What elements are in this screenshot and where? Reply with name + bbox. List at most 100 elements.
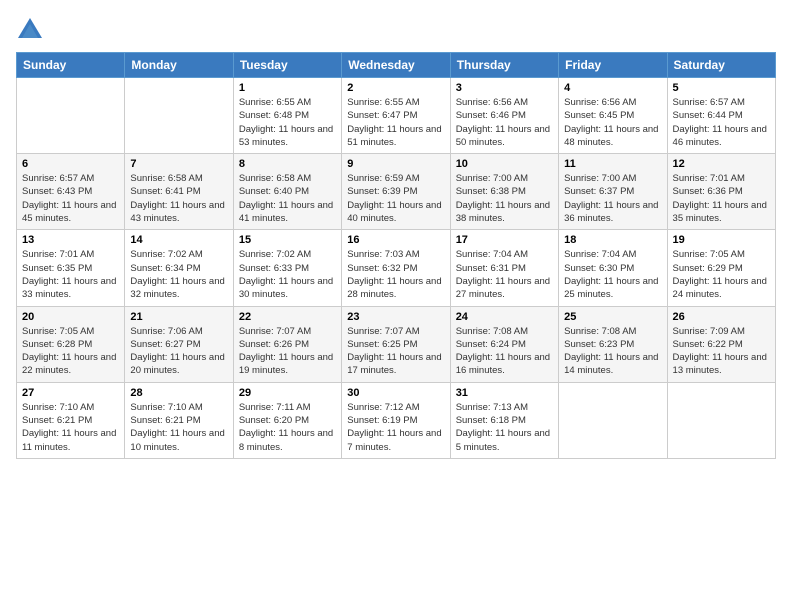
calendar-week-row: 1Sunrise: 6:55 AMSunset: 6:48 PMDaylight… <box>17 78 776 154</box>
calendar-cell: 10Sunrise: 7:00 AMSunset: 6:38 PMDayligh… <box>450 154 558 230</box>
day-number: 23 <box>347 311 444 323</box>
day-info: Sunrise: 7:12 AMSunset: 6:19 PMDaylight:… <box>347 401 444 454</box>
calendar-cell: 16 Sunrise: 7:03 AMSunset: 6:32 PMDayligh… <box>342 230 450 306</box>
calendar-table: SundayMondayTuesdayWednesdayThursdayFrid… <box>16 52 776 459</box>
logo-icon <box>16 16 44 44</box>
day-info: Sunrise: 7:11 AMSunset: 6:20 PMDaylight:… <box>239 401 336 454</box>
calendar-cell: 22 Sunrise: 7:07 AMSunset: 6:26 PMDayligh… <box>233 306 341 382</box>
calendar-cell: 23Sunrise: 7:07 AMSunset: 6:25 PMDayligh… <box>342 306 450 382</box>
day-info: Sunrise: 7:02 AMSunset: 6:34 PMDaylight:… <box>130 248 227 301</box>
day-info: Sunrise: 7:13 AMSunset: 6:18 PMDaylight:… <box>456 401 553 454</box>
calendar-cell: 15 Sunrise: 7:02 AMSunset: 6:33 PMDayligh… <box>233 230 341 306</box>
day-number: 26 <box>673 311 770 323</box>
day-of-week-header: Tuesday <box>233 53 341 78</box>
day-number: 6 <box>22 158 119 170</box>
day-number: 17 <box>456 234 553 246</box>
calendar-week-row: 6Sunrise: 6:57 AMSunset: 6:43 PMDaylight… <box>17 154 776 230</box>
calendar-cell: 13 Sunrise: 7:01 AMSunset: 6:35 PMDayligh… <box>17 230 125 306</box>
calendar-cell: 30 Sunrise: 7:12 AMSunset: 6:19 PMDayligh… <box>342 382 450 458</box>
day-number: 21 <box>130 311 227 323</box>
calendar-cell: 8Sunrise: 6:58 AMSunset: 6:40 PMDaylight… <box>233 154 341 230</box>
day-number: 9 <box>347 158 444 170</box>
day-number: 18 <box>564 234 661 246</box>
day-number: 20 <box>22 311 119 323</box>
calendar-cell: 19Sunrise: 7:05 AMSunset: 6:29 PMDayligh… <box>667 230 775 306</box>
day-of-week-header: Sunday <box>17 53 125 78</box>
day-info: Sunrise: 7:08 AMSunset: 6:24 PMDaylight:… <box>456 325 553 378</box>
day-of-week-header: Monday <box>125 53 233 78</box>
day-number: 27 <box>22 387 119 399</box>
day-number: 14 <box>130 234 227 246</box>
calendar-cell: 18 Sunrise: 7:04 AMSunset: 6:30 PMDayligh… <box>559 230 667 306</box>
day-number: 3 <box>456 82 553 94</box>
calendar-cell: 14 Sunrise: 7:02 AMSunset: 6:34 PMDayligh… <box>125 230 233 306</box>
day-info: Sunrise: 7:09 AMSunset: 6:22 PMDaylight:… <box>673 325 770 378</box>
calendar-week-row: 27 Sunrise: 7:10 AMSunset: 6:21 PMDayligh… <box>17 382 776 458</box>
day-info: Sunrise: 6:56 AMSunset: 6:46 PMDaylight:… <box>456 96 553 149</box>
day-info: Sunrise: 7:10 AMSunset: 6:21 PMDaylight:… <box>22 401 119 454</box>
day-number: 15 <box>239 234 336 246</box>
day-number: 31 <box>456 387 553 399</box>
calendar-cell <box>17 78 125 154</box>
calendar-cell: 31 Sunrise: 7:13 AMSunset: 6:18 PMDayligh… <box>450 382 558 458</box>
day-number: 13 <box>22 234 119 246</box>
calendar-cell: 21 Sunrise: 7:06 AMSunset: 6:27 PMDayligh… <box>125 306 233 382</box>
day-info: Sunrise: 7:01 AMSunset: 6:35 PMDaylight:… <box>22 248 119 301</box>
calendar-cell <box>559 382 667 458</box>
day-number: 29 <box>239 387 336 399</box>
page-header <box>16 16 776 44</box>
day-info: Sunrise: 6:55 AMSunset: 6:48 PMDaylight:… <box>239 96 336 149</box>
day-number: 8 <box>239 158 336 170</box>
day-info: Sunrise: 6:55 AMSunset: 6:47 PMDaylight:… <box>347 96 444 149</box>
day-number: 10 <box>456 158 553 170</box>
day-info: Sunrise: 6:57 AMSunset: 6:44 PMDaylight:… <box>673 96 770 149</box>
day-number: 2 <box>347 82 444 94</box>
day-of-week-header: Wednesday <box>342 53 450 78</box>
calendar-cell: 12 Sunrise: 7:01 AMSunset: 6:36 PMDayligh… <box>667 154 775 230</box>
day-info: Sunrise: 7:06 AMSunset: 6:27 PMDaylight:… <box>130 325 227 378</box>
day-number: 30 <box>347 387 444 399</box>
calendar-cell <box>125 78 233 154</box>
calendar-cell: 1Sunrise: 6:55 AMSunset: 6:48 PMDaylight… <box>233 78 341 154</box>
day-info: Sunrise: 7:01 AMSunset: 6:36 PMDaylight:… <box>673 172 770 225</box>
calendar-cell: 11Sunrise: 7:00 AMSunset: 6:37 PMDayligh… <box>559 154 667 230</box>
calendar-cell: 2 Sunrise: 6:55 AMSunset: 6:47 PMDaylight… <box>342 78 450 154</box>
calendar-header-row: SundayMondayTuesdayWednesdayThursdayFrid… <box>17 53 776 78</box>
day-number: 25 <box>564 311 661 323</box>
day-of-week-header: Saturday <box>667 53 775 78</box>
day-info: Sunrise: 7:04 AMSunset: 6:30 PMDaylight:… <box>564 248 661 301</box>
calendar-cell <box>667 382 775 458</box>
day-of-week-header: Friday <box>559 53 667 78</box>
calendar-cell: 28 Sunrise: 7:10 AMSunset: 6:21 PMDayligh… <box>125 382 233 458</box>
calendar-week-row: 13 Sunrise: 7:01 AMSunset: 6:35 PMDayligh… <box>17 230 776 306</box>
day-info: Sunrise: 7:07 AMSunset: 6:26 PMDaylight:… <box>239 325 336 378</box>
day-info: Sunrise: 6:56 AMSunset: 6:45 PMDaylight:… <box>564 96 661 149</box>
day-number: 16 <box>347 234 444 246</box>
calendar-cell: 9Sunrise: 6:59 AMSunset: 6:39 PMDaylight… <box>342 154 450 230</box>
calendar-cell: 26 Sunrise: 7:09 AMSunset: 6:22 PMDayligh… <box>667 306 775 382</box>
day-info: Sunrise: 7:05 AMSunset: 6:29 PMDaylight:… <box>673 248 770 301</box>
day-info: Sunrise: 6:58 AMSunset: 6:41 PMDaylight:… <box>130 172 227 225</box>
day-number: 7 <box>130 158 227 170</box>
calendar-cell: 7 Sunrise: 6:58 AMSunset: 6:41 PMDaylight… <box>125 154 233 230</box>
day-of-week-header: Thursday <box>450 53 558 78</box>
calendar-cell: 4 Sunrise: 6:56 AMSunset: 6:45 PMDaylight… <box>559 78 667 154</box>
day-info: Sunrise: 7:00 AMSunset: 6:37 PMDaylight:… <box>564 172 661 225</box>
day-info: Sunrise: 7:03 AMSunset: 6:32 PMDaylight:… <box>347 248 444 301</box>
day-number: 22 <box>239 311 336 323</box>
logo <box>16 16 48 44</box>
calendar-week-row: 20Sunrise: 7:05 AMSunset: 6:28 PMDayligh… <box>17 306 776 382</box>
calendar-cell: 24Sunrise: 7:08 AMSunset: 6:24 PMDayligh… <box>450 306 558 382</box>
day-info: Sunrise: 7:08 AMSunset: 6:23 PMDaylight:… <box>564 325 661 378</box>
calendar-cell: 20Sunrise: 7:05 AMSunset: 6:28 PMDayligh… <box>17 306 125 382</box>
day-info: Sunrise: 7:10 AMSunset: 6:21 PMDaylight:… <box>130 401 227 454</box>
calendar-cell: 17Sunrise: 7:04 AMSunset: 6:31 PMDayligh… <box>450 230 558 306</box>
day-number: 28 <box>130 387 227 399</box>
day-info: Sunrise: 7:02 AMSunset: 6:33 PMDaylight:… <box>239 248 336 301</box>
day-number: 4 <box>564 82 661 94</box>
calendar-cell: 27 Sunrise: 7:10 AMSunset: 6:21 PMDayligh… <box>17 382 125 458</box>
calendar-cell: 6Sunrise: 6:57 AMSunset: 6:43 PMDaylight… <box>17 154 125 230</box>
day-number: 12 <box>673 158 770 170</box>
day-number: 5 <box>673 82 770 94</box>
calendar-cell: 5 Sunrise: 6:57 AMSunset: 6:44 PMDaylight… <box>667 78 775 154</box>
